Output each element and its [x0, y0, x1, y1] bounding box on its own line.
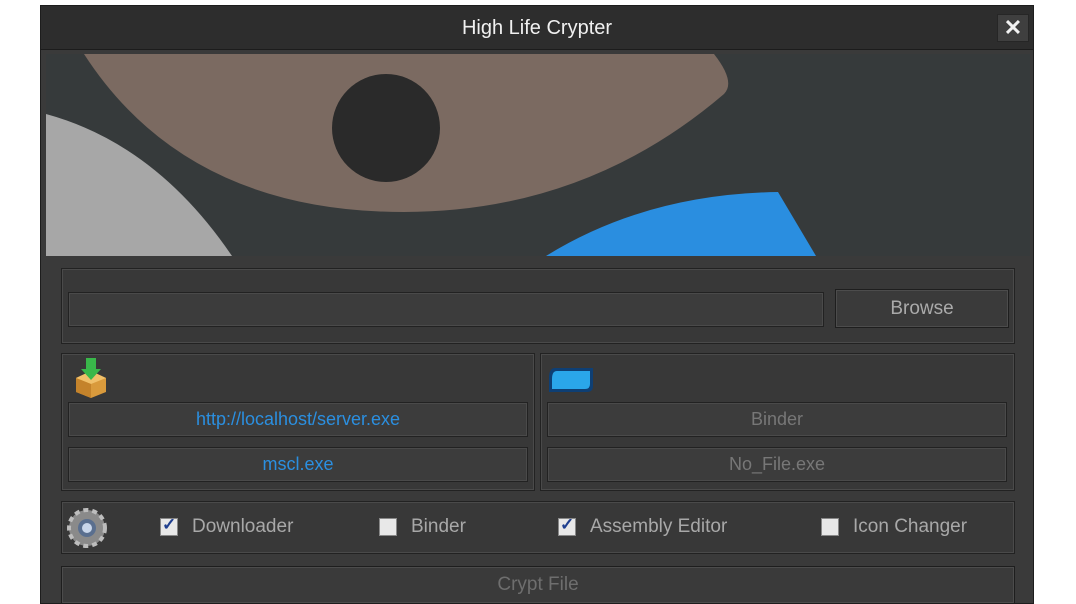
window-title: High Life Crypter: [461, 17, 613, 39]
option-icon-changer[interactable]: Icon Changer: [821, 516, 967, 538]
downloader-option-label: Downloader: [192, 516, 294, 537]
crypter-window: High Life Crypter ✕ Browse http://localh…: [40, 5, 1034, 604]
assembly-editor-checkbox[interactable]: [558, 515, 576, 536]
gear-icon: [67, 508, 107, 548]
download-filename-field[interactable]: mscl.exe: [68, 447, 528, 482]
close-button[interactable]: ✕: [997, 14, 1029, 42]
binder-checkbox[interactable]: [379, 518, 397, 536]
crypt-file-button[interactable]: Crypt File: [61, 566, 1015, 603]
file-path-input[interactable]: [69, 294, 823, 326]
binder-panel: Binder No_File.exe: [540, 353, 1015, 491]
option-assembly-editor[interactable]: Assembly Editor: [558, 515, 728, 538]
file-path-field[interactable]: [68, 292, 824, 327]
binder-title-field[interactable]: Binder: [547, 402, 1007, 437]
close-icon: ✕: [1003, 15, 1023, 40]
banner-dark-circle: [332, 74, 440, 182]
assembly-editor-option-label: Assembly Editor: [590, 516, 728, 537]
banner-image: [46, 54, 1030, 256]
download-url-field[interactable]: http://localhost/server.exe: [68, 402, 528, 437]
file-panel: Browse: [61, 268, 1015, 344]
options-panel: Downloader Binder Assembly Editor Icon C…: [61, 501, 1015, 554]
icon-changer-option-label: Icon Changer: [853, 516, 968, 537]
downloader-checkbox[interactable]: [160, 515, 178, 536]
blue-tag-icon: [549, 368, 593, 392]
binder-filename-field[interactable]: No_File.exe: [547, 447, 1007, 482]
icon-changer-checkbox[interactable]: [821, 518, 839, 536]
downloader-panel: http://localhost/server.exe mscl.exe: [61, 353, 535, 491]
option-downloader[interactable]: Downloader: [160, 515, 294, 538]
option-binder[interactable]: Binder: [379, 516, 466, 538]
title-bar[interactable]: High Life Crypter ✕: [41, 6, 1033, 50]
browse-button[interactable]: Browse: [835, 289, 1009, 328]
binder-option-label: Binder: [411, 516, 466, 537]
download-package-icon: [76, 358, 106, 398]
